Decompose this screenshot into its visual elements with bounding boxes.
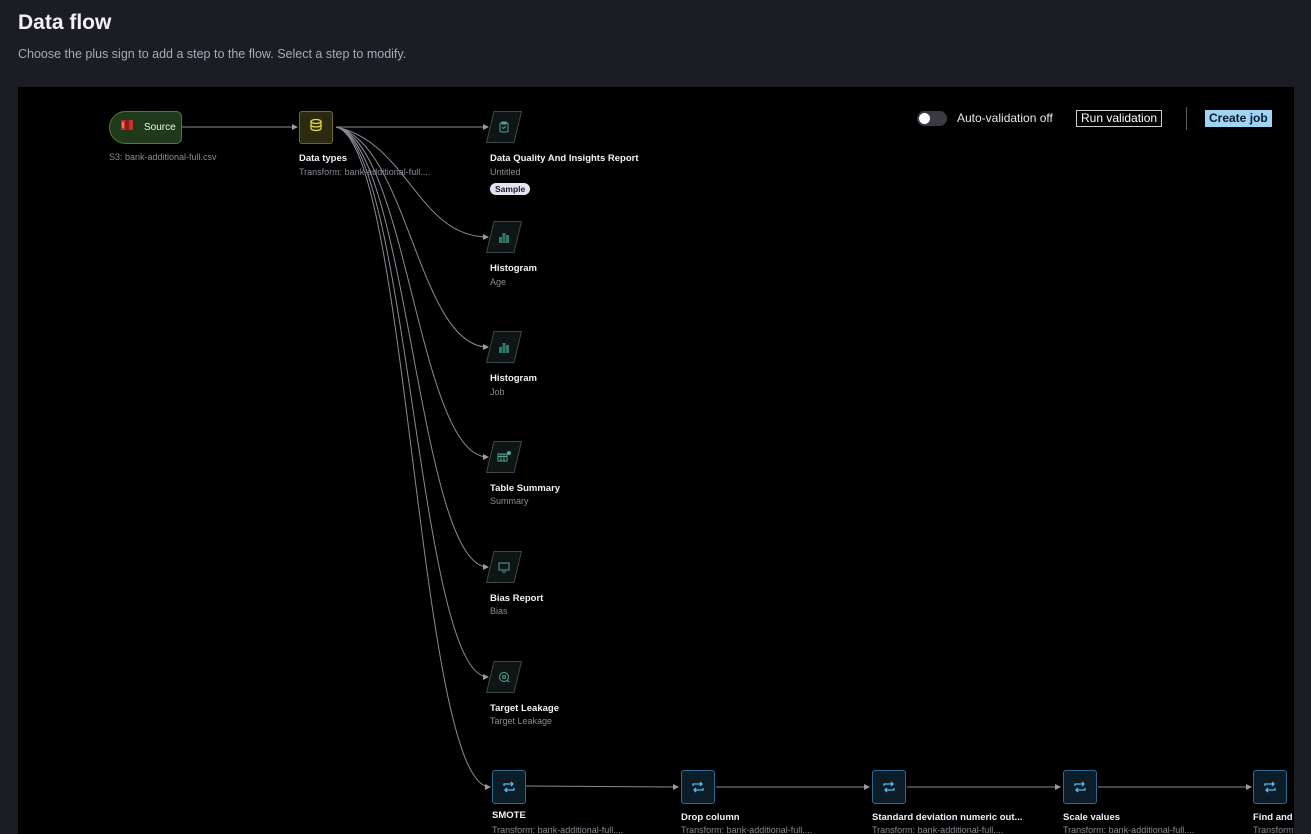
- data-types-title: Data types: [299, 153, 348, 164]
- data-types-node[interactable]: [299, 111, 333, 144]
- transform-node-scale-values[interactable]: [1063, 770, 1097, 804]
- transform-node-smote[interactable]: [492, 770, 526, 804]
- edge-datatypes-histogram-job: [335, 126, 489, 350]
- table-icon: [497, 451, 511, 462]
- transform-subtitle: Transform: bank-additional-full....: [681, 825, 813, 834]
- database-icon: [309, 118, 323, 137]
- transform-node-std-dev[interactable]: [872, 770, 906, 804]
- target-icon: [499, 672, 510, 683]
- analysis-subtitle: Summary: [490, 496, 529, 506]
- edge-datatypes-bias: [335, 126, 489, 570]
- analysis-node-target-leakage[interactable]: [486, 661, 522, 693]
- transform-icon: [883, 781, 895, 793]
- analysis-title: Target Leakage: [490, 703, 559, 714]
- bar-chart-icon: [499, 233, 509, 243]
- analysis-node-histogram-job[interactable]: [486, 331, 522, 363]
- data-types-subtitle: Transform: bank-additional-full....: [299, 167, 431, 177]
- flow-canvas[interactable]: Source S3: bank-additional-full.csv Data…: [18, 87, 1294, 834]
- monitor-icon: [498, 562, 510, 573]
- sample-badge: Sample: [490, 183, 531, 195]
- transform-title: Standard deviation numeric out...: [872, 812, 1023, 823]
- bar-chart-icon: [499, 343, 509, 353]
- transform-subtitle: Transform: bank-additional-full....: [492, 825, 624, 834]
- s3-bucket-icon: [120, 118, 134, 137]
- transform-icon: [1264, 781, 1276, 793]
- source-node[interactable]: Source: [109, 111, 182, 144]
- transform-icon: [503, 781, 515, 793]
- auto-validation-toggle[interactable]: [917, 111, 947, 126]
- analysis-subtitle: Job: [490, 387, 505, 397]
- analysis-node-table-summary[interactable]: [486, 441, 522, 473]
- create-job-button[interactable]: Create job: [1205, 110, 1272, 127]
- flow-edges: [182, 124, 1252, 790]
- edge-datatypes-smote: [335, 126, 491, 790]
- analysis-title: Table Summary: [490, 483, 561, 494]
- analysis-subtitle: Bias: [490, 606, 508, 616]
- analysis-subtitle: Age: [490, 277, 507, 287]
- transform-node-drop-column[interactable]: [681, 770, 715, 804]
- transform-title: Drop column: [681, 812, 740, 823]
- transform-title: SMOTE: [492, 810, 526, 821]
- analysis-node-bias-report[interactable]: [486, 551, 522, 583]
- page-title: Data flow: [18, 11, 112, 34]
- transform-subtitle: Transform: bank-additional-full....: [872, 825, 1004, 834]
- analysis-title: Histogram: [490, 263, 537, 274]
- source-subtitle: S3: bank-additional-full.csv: [109, 152, 217, 162]
- toggle-knob: [919, 113, 930, 124]
- clipboard-icon: [499, 121, 509, 133]
- page-subtitle: Choose the plus sign to add a step to th…: [18, 47, 407, 61]
- run-validation-button[interactable]: Run validation: [1076, 110, 1163, 127]
- transform-subtitle: Transform: bank-additional-full....: [1063, 825, 1195, 834]
- analysis-node-data-quality[interactable]: [486, 111, 522, 143]
- edge-smote-drop: [525, 783, 679, 790]
- analysis-title: Histogram: [490, 373, 537, 384]
- transform-subtitle: Transform: [1253, 825, 1294, 834]
- analysis-subtitle: Untitled: [490, 167, 521, 177]
- analysis-subtitle: Target Leakage: [490, 716, 553, 726]
- analysis-title: Bias Report: [490, 593, 544, 604]
- analysis-title: Data Quality And Insights Report: [490, 153, 639, 164]
- transform-title: Find and r: [1253, 812, 1294, 823]
- transform-title: Scale values: [1063, 812, 1121, 823]
- toolbar-divider: [1186, 107, 1187, 130]
- transform-icon: [692, 781, 704, 793]
- edge-datatypes-leakage: [335, 126, 489, 680]
- auto-validation-label: Auto-validation off: [957, 111, 1053, 125]
- source-label: Source: [144, 122, 176, 133]
- transform-node-find-replace[interactable]: [1253, 770, 1287, 804]
- transform-icon: [1074, 781, 1086, 793]
- analysis-node-histogram-age[interactable]: [486, 221, 522, 253]
